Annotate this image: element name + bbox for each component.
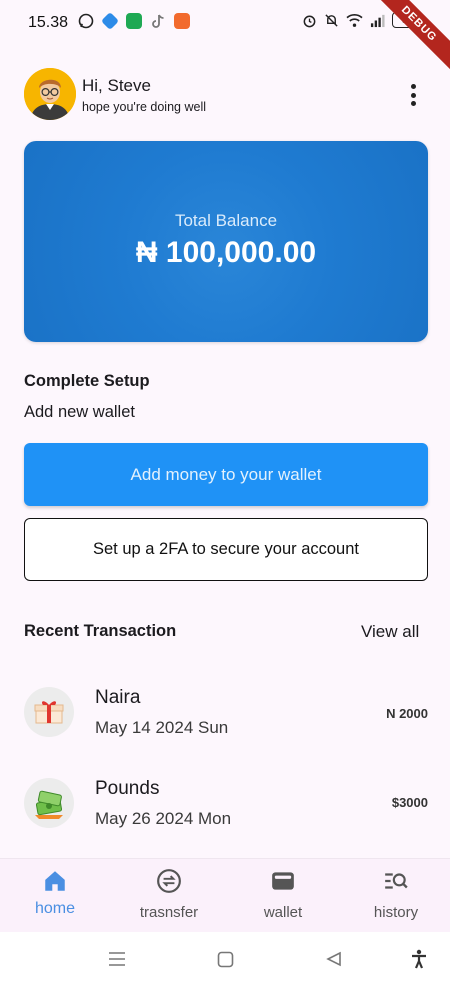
app-orange-icon (174, 13, 190, 29)
list-item[interactable]: Naira May 14 2024 Sun N 2000 (24, 687, 428, 741)
nav-item-history[interactable]: history (351, 868, 441, 921)
more-vert-icon (410, 84, 416, 89)
transaction-date: May 26 2024 Mon (95, 809, 232, 828)
status-time: 15.38 (28, 14, 69, 31)
accessibility-icon[interactable] (409, 949, 429, 969)
setup-2fa-button[interactable]: Set up a 2FA to secure your account (24, 518, 428, 581)
recent-transaction-title: Recent Transaction (24, 622, 177, 640)
greeting-subtitle: hope you're doing well (82, 100, 206, 114)
balance-value: ₦ 100,000.00 (135, 236, 317, 269)
transaction-amount: N 2000 (386, 706, 428, 721)
nav-label-wallet: wallet (263, 904, 303, 921)
balance-label: Total Balance (174, 211, 278, 230)
tiktok-icon (152, 14, 164, 28)
signal-icon (370, 14, 385, 27)
nav-label-history: history (373, 904, 419, 921)
more-options-button[interactable] (400, 82, 426, 108)
wifi-icon (346, 13, 363, 27)
transaction-name: Naira (95, 687, 141, 708)
notification-icons (78, 11, 190, 31)
money-stack-icon (24, 778, 74, 828)
setup-title: Complete Setup (24, 372, 150, 390)
nav-label-transfer: trasnsfer (139, 904, 199, 921)
nav-item-transfer[interactable]: trasnsfer (124, 868, 214, 921)
view-all-link[interactable]: View all (361, 622, 419, 642)
transaction-date: May 14 2024 Sun (95, 718, 229, 737)
nav-label-home: home (34, 900, 76, 917)
gift-icon (24, 687, 74, 737)
app-blue-icon (100, 11, 120, 31)
home-icon (45, 871, 65, 891)
mute-bell-icon (325, 13, 338, 27)
add-new-wallet-link[interactable]: Add new wallet (24, 403, 135, 422)
wallet-icon (272, 872, 294, 890)
history-search-icon (385, 873, 408, 889)
nav-item-home[interactable]: home (10, 868, 100, 918)
transaction-name: Pounds (95, 778, 160, 799)
nav-item-wallet[interactable]: wallet (238, 868, 328, 921)
app-green-icon (126, 13, 142, 29)
back-triangle-icon[interactable] (326, 951, 342, 967)
alarm-icon (303, 15, 316, 27)
avatar[interactable] (24, 68, 76, 120)
add-money-button[interactable]: Add money to your wallet (24, 443, 428, 506)
recents-icon[interactable] (108, 951, 126, 967)
whatsapp-icon (78, 13, 94, 29)
transfer-icon (157, 869, 181, 893)
transaction-amount: $3000 (391, 795, 428, 810)
home-square-icon[interactable] (217, 951, 234, 968)
greeting-text: Hi, Steve (82, 76, 151, 95)
list-item[interactable]: Pounds May 26 2024 Mon $3000 (24, 778, 428, 832)
avatar-image (24, 68, 76, 120)
